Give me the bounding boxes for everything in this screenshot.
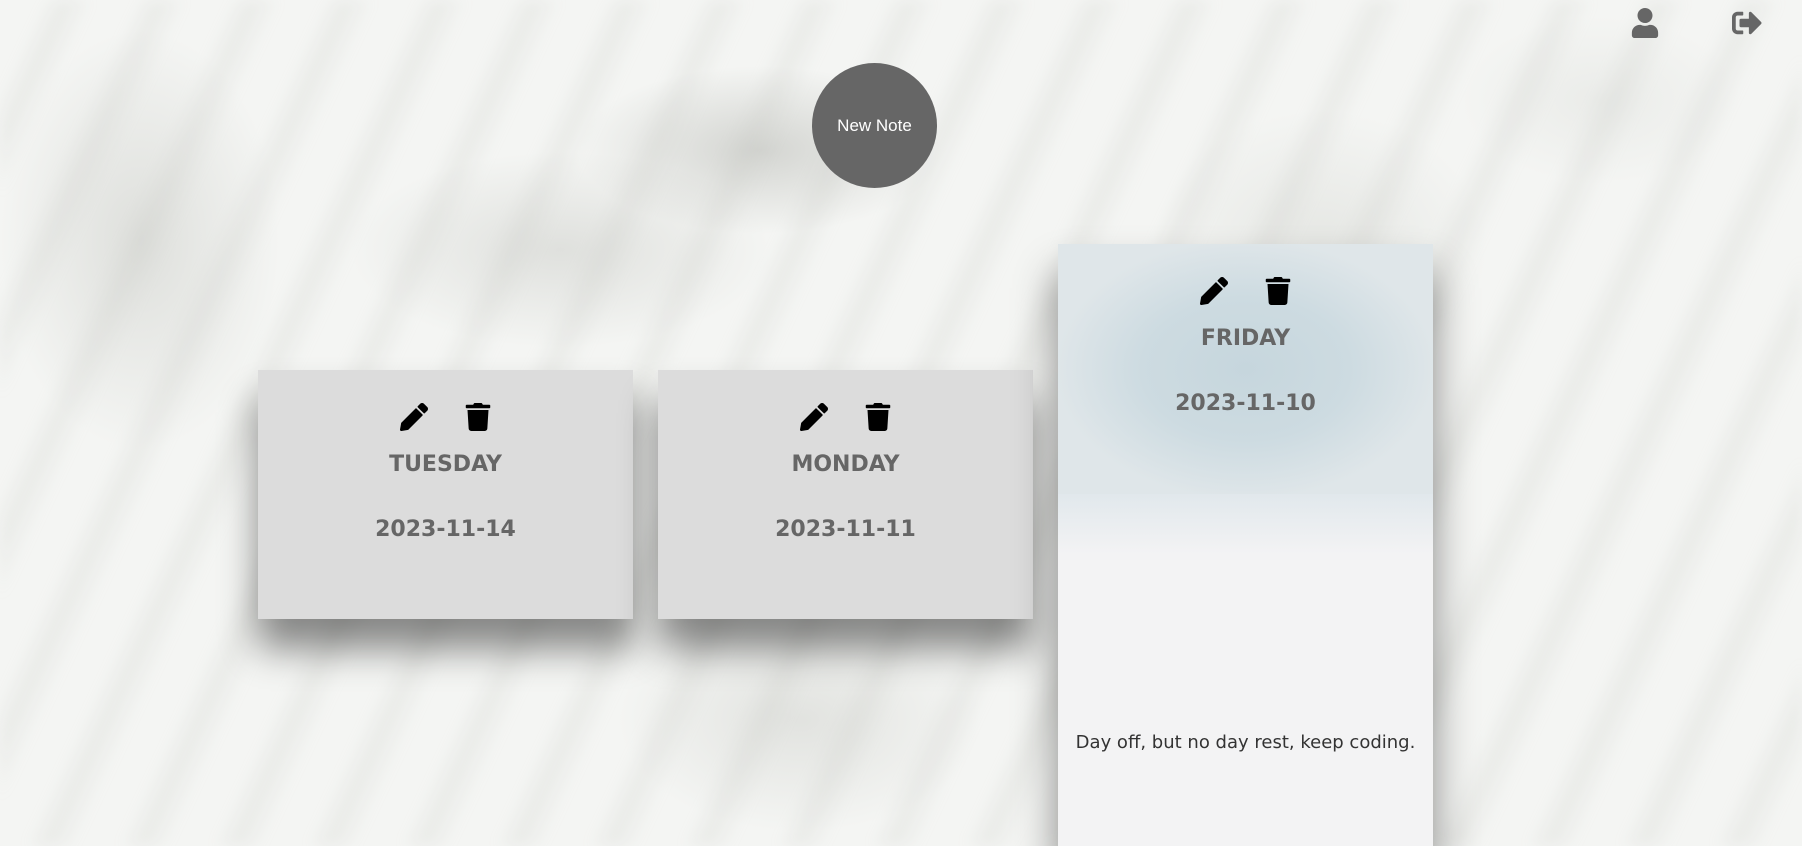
trash-icon <box>465 403 490 431</box>
note-card[interactable]: TUESDAY 2023-11-14 <box>258 370 633 619</box>
note-card-header: FRIDAY 2023-11-10 <box>1058 244 1433 494</box>
note-date: 2023-11-14 <box>375 517 516 542</box>
new-note-button[interactable]: New Note <box>812 63 937 188</box>
delete-button[interactable] <box>1263 276 1293 306</box>
trash-icon <box>1265 277 1290 305</box>
note-day: MONDAY <box>791 452 900 477</box>
note-card-expanded[interactable]: FRIDAY 2023-11-10 Day off, but no day re… <box>1058 244 1433 846</box>
note-day: TUESDAY <box>389 452 502 477</box>
trash-icon <box>865 403 890 431</box>
delete-button[interactable] <box>863 402 893 432</box>
note-date: 2023-11-10 <box>1175 391 1316 416</box>
edit-button[interactable] <box>1199 276 1229 306</box>
note-card[interactable]: MONDAY 2023-11-11 <box>658 370 1033 619</box>
sign-out-icon <box>1732 11 1762 35</box>
note-content: Day off, but no day rest, keep coding. <box>1075 732 1416 753</box>
header-fade <box>1058 494 1433 554</box>
pencil-icon <box>399 403 428 431</box>
note-day: FRIDAY <box>1200 326 1291 351</box>
pencil-icon <box>799 403 828 431</box>
logout-button[interactable] <box>1730 6 1764 40</box>
pencil-icon <box>1199 277 1228 305</box>
note-date: 2023-11-11 <box>775 517 916 542</box>
edit-button[interactable] <box>799 402 829 432</box>
delete-button[interactable] <box>463 402 493 432</box>
user-icon <box>1631 8 1659 38</box>
profile-button[interactable] <box>1628 6 1662 40</box>
edit-button[interactable] <box>399 402 429 432</box>
